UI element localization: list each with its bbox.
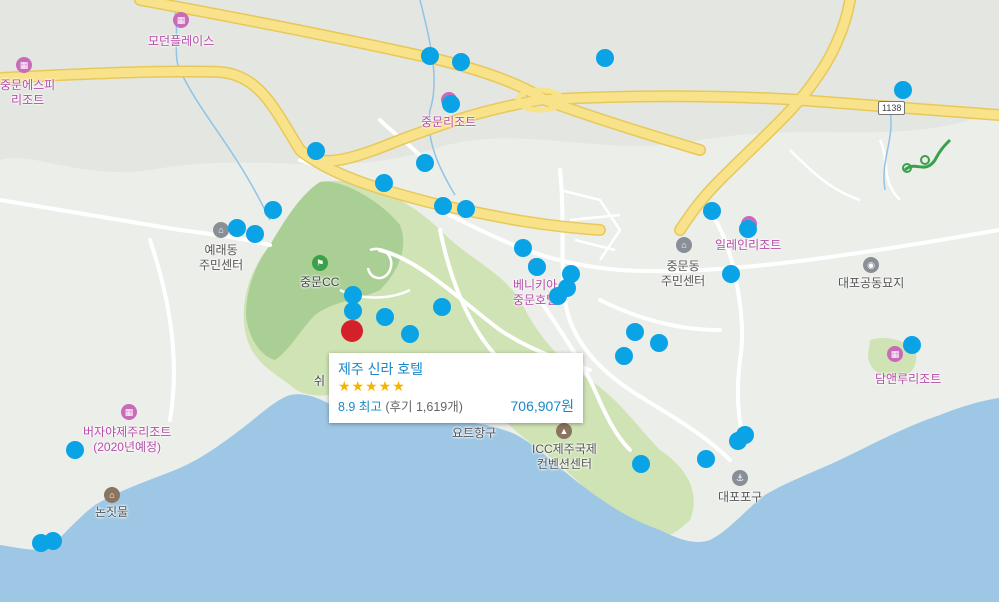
label-jungmundong-center: 중문동 주민센터 xyxy=(661,259,705,289)
hotel-marker[interactable] xyxy=(514,239,532,257)
label-illein-resort: 일레인리조트 xyxy=(715,238,782,252)
golf-flag-icon: ⚑ xyxy=(312,255,328,271)
hotel-marker[interactable] xyxy=(246,225,264,243)
route-1138-badge: 1138 xyxy=(878,101,906,115)
label-jungmun-spa-line1: 중문에스피 xyxy=(0,78,56,92)
label-daepo-port: 대포포구 xyxy=(718,490,763,504)
label-jungmun-resort: 중문리조트 xyxy=(421,115,477,129)
hotel-marker[interactable] xyxy=(307,142,325,160)
hotel-marker[interactable] xyxy=(442,95,460,113)
label-bujaya-line1: 버자야제주리조트 xyxy=(83,425,172,439)
label-nonjitmul: 논짓물 xyxy=(95,505,129,519)
hotel-marker[interactable] xyxy=(344,302,362,320)
hotel-marker[interactable] xyxy=(703,202,721,220)
hotel-marker[interactable] xyxy=(549,287,567,305)
government-office-icon: ⌂ xyxy=(676,237,692,253)
hotel-marker[interactable] xyxy=(528,258,546,276)
hotel-marker[interactable] xyxy=(632,455,650,473)
hotel-review-count: (후기 1,619개) xyxy=(385,400,463,414)
label-icc-line2: 컨벤션센터 xyxy=(536,457,593,471)
label-jungmun-spa-line2: 리조트 xyxy=(11,93,45,107)
selected-hotel-marker[interactable] xyxy=(341,320,363,342)
hotel-marker[interactable] xyxy=(697,450,715,468)
hotel-score-group: 8.9 최고 (후기 1,619개) xyxy=(338,396,463,415)
building-icon: ▦ xyxy=(173,12,189,28)
label-daepo-cemetery: 대포공동묘지 xyxy=(838,276,905,290)
hotel-marker[interactable] xyxy=(434,197,452,215)
label-shilla-partial: 쉬 xyxy=(314,374,326,388)
label-jungmundong-line2: 주민센터 xyxy=(661,274,706,288)
hotel-marker[interactable] xyxy=(32,534,50,552)
hotel-marker[interactable] xyxy=(452,53,470,71)
hotel-info-row: 8.9 최고 (후기 1,619개) 706,907원 xyxy=(338,396,574,416)
hotel-marker[interactable] xyxy=(421,47,439,65)
label-bujaya-resort: 버자야제주리조트 (2020년예정) xyxy=(83,425,171,455)
label-damyeon-resort: 담앤루리조트 xyxy=(875,372,942,386)
hotel-marker[interactable] xyxy=(722,265,740,283)
label-jungmun-spa: 중문에스피 리조트 xyxy=(0,78,55,108)
cemetery-icon: ◉ xyxy=(863,257,879,273)
hotel-price[interactable]: 706,907원 xyxy=(511,396,575,416)
label-yerae-line1: 예래동 xyxy=(204,243,238,257)
label-jungmun-cc: 중문CC xyxy=(300,275,340,289)
label-yacht-port: 요트항구 xyxy=(452,426,497,440)
hotel-name-link[interactable]: 제주 신라 호텔 xyxy=(338,360,574,378)
hotel-marker[interactable] xyxy=(894,81,912,99)
label-jungmundong-line1: 중문동 xyxy=(666,259,700,273)
hotel-marker[interactable] xyxy=(264,201,282,219)
label-yerae-line2: 주민센터 xyxy=(199,258,244,272)
hotel-marker[interactable] xyxy=(416,154,434,172)
hotel-marker[interactable] xyxy=(401,325,419,343)
label-bujaya-line2: (2020년예정) xyxy=(93,440,162,454)
hotel-popup[interactable]: 제주 신라 호텔 ★★★★★ 8.9 최고 (후기 1,619개) 706,90… xyxy=(329,353,583,423)
label-modern-place: 모던플레이스 xyxy=(148,34,215,48)
building-icon: ▦ xyxy=(121,404,137,420)
landmark-icon: ⌂ xyxy=(104,487,120,503)
map-canvas[interactable] xyxy=(0,0,999,602)
building-icon: ▦ xyxy=(887,346,903,362)
hotel-marker[interactable] xyxy=(615,347,633,365)
hotel-marker[interactable] xyxy=(433,298,451,316)
hotel-marker[interactable] xyxy=(739,220,757,238)
label-icc-line1: ICC제주국제 xyxy=(532,442,597,456)
label-yerae-center: 예래동 주민센터 xyxy=(199,243,243,273)
hotel-marker[interactable] xyxy=(650,334,668,352)
landmark-icon: ▲ xyxy=(556,423,572,439)
government-office-icon: ⌂ xyxy=(213,222,229,238)
hotel-marker[interactable] xyxy=(376,308,394,326)
hotel-marker[interactable] xyxy=(626,323,644,341)
building-icon: ▦ xyxy=(16,57,32,73)
hotel-marker[interactable] xyxy=(66,441,84,459)
hotel-marker[interactable] xyxy=(903,336,921,354)
hotel-marker[interactable] xyxy=(596,49,614,67)
hotel-score: 8.9 최고 xyxy=(338,400,382,414)
label-icc-jeju: ICC제주국제 컨벤션센터 xyxy=(532,442,597,472)
port-icon: ⚓ xyxy=(732,470,748,486)
hotel-marker[interactable] xyxy=(457,200,475,218)
star-rating: ★★★★★ xyxy=(338,378,406,394)
hotel-marker[interactable] xyxy=(228,219,246,237)
hotel-marker[interactable] xyxy=(375,174,393,192)
hotel-marker[interactable] xyxy=(729,432,747,450)
